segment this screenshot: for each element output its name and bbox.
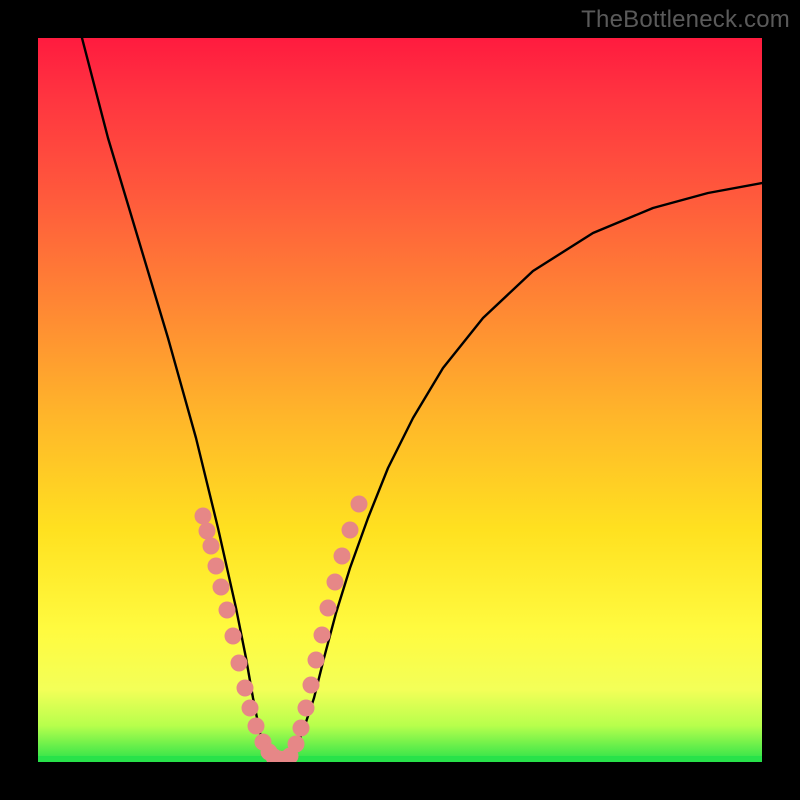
chart-frame: TheBottleneck.com bbox=[0, 0, 800, 800]
data-dot bbox=[208, 558, 225, 575]
data-dot bbox=[219, 602, 236, 619]
data-dot bbox=[298, 700, 315, 717]
data-dot bbox=[288, 736, 305, 753]
data-dot bbox=[320, 600, 337, 617]
data-dot bbox=[342, 522, 359, 539]
plot-area bbox=[38, 38, 762, 762]
green-band bbox=[38, 756, 762, 762]
data-dot bbox=[213, 579, 230, 596]
data-dot bbox=[327, 574, 344, 591]
data-dot bbox=[334, 548, 351, 565]
watermark-text: TheBottleneck.com bbox=[581, 6, 790, 34]
data-dot bbox=[314, 627, 331, 644]
data-dot bbox=[237, 680, 254, 697]
data-dot bbox=[351, 496, 368, 513]
dots-left-cluster bbox=[195, 508, 272, 751]
data-dot bbox=[203, 538, 220, 555]
data-dot bbox=[303, 677, 320, 694]
bottleneck-curve bbox=[82, 38, 762, 761]
dots-right-cluster bbox=[288, 496, 368, 753]
data-dot bbox=[248, 718, 265, 735]
data-dot bbox=[225, 628, 242, 645]
data-dot bbox=[199, 523, 216, 540]
data-dot bbox=[231, 655, 248, 672]
chart-svg bbox=[38, 38, 762, 762]
data-dot bbox=[308, 652, 325, 669]
data-dot bbox=[195, 508, 212, 525]
data-dot bbox=[293, 720, 310, 737]
data-dot bbox=[242, 700, 259, 717]
